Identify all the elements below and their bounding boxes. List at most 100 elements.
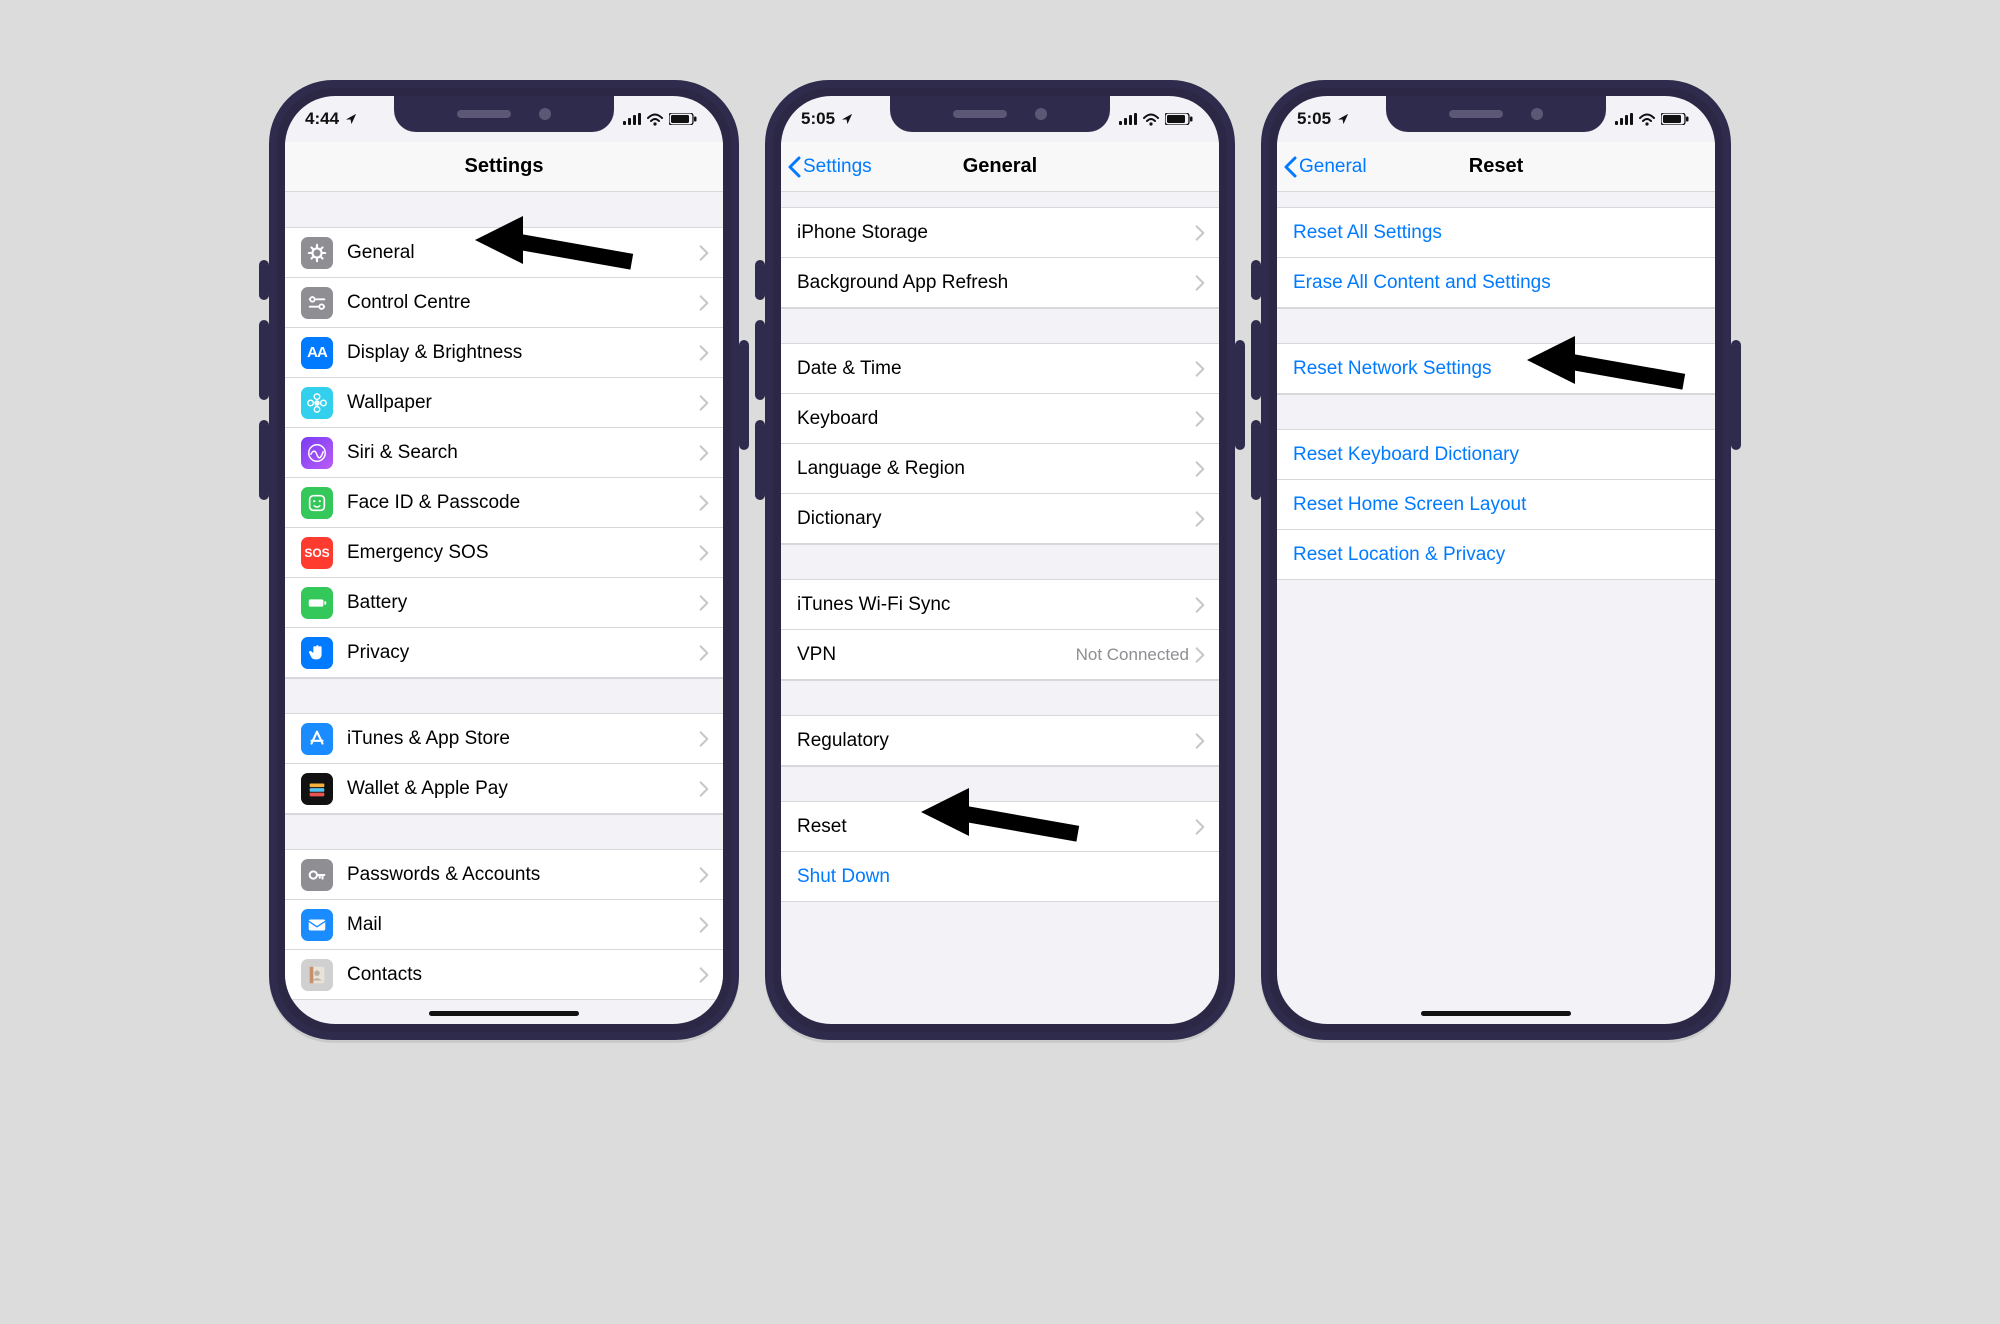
- location-arrow-icon: [345, 113, 357, 125]
- row-reset-location-privacy[interactable]: Reset Location & Privacy: [1277, 530, 1715, 580]
- speaker-icon: [953, 110, 1007, 118]
- row-reset-keyboard-dictionary[interactable]: Reset Keyboard Dictionary: [1277, 430, 1715, 480]
- phone-1: 4:44 Settings General Control Centre AA …: [269, 80, 739, 1040]
- row-reset-home-screen-layout[interactable]: Reset Home Screen Layout: [1277, 480, 1715, 530]
- row-label: Display & Brightness: [347, 342, 699, 364]
- chevron-right-icon: [699, 294, 709, 312]
- row-reset-all-settings[interactable]: Reset All Settings: [1277, 208, 1715, 258]
- phone-2: 5:05 Settings General iPhone Storage Bac…: [765, 80, 1235, 1040]
- phone-3: 5:05 General Reset Reset All Settings Er…: [1261, 80, 1731, 1040]
- row-mail[interactable]: Mail: [285, 900, 723, 950]
- flower-icon: [301, 387, 333, 419]
- chevron-right-icon: [699, 644, 709, 662]
- row-label: Keyboard: [797, 408, 1195, 430]
- settings-list[interactable]: iPhone Storage Background App Refresh Da…: [781, 192, 1219, 902]
- volume-down-button: [755, 420, 765, 500]
- nav-title: General: [963, 155, 1037, 178]
- row-label: Reset: [797, 816, 1195, 838]
- row-label: Date & Time: [797, 358, 1195, 380]
- screen: 5:05 Settings General iPhone Storage Bac…: [781, 96, 1219, 1024]
- row-emergency-sos[interactable]: SOS Emergency SOS: [285, 528, 723, 578]
- cellular-signal-icon: [623, 113, 641, 125]
- mute-switch: [259, 260, 269, 300]
- chevron-right-icon: [699, 394, 709, 412]
- chevron-right-icon: [1195, 646, 1205, 664]
- chevron-right-icon: [699, 866, 709, 884]
- row-wallet-apple-pay[interactable]: Wallet & Apple Pay: [285, 764, 723, 814]
- speaker-icon: [457, 110, 511, 118]
- settings-list[interactable]: General Control Centre AA Display & Brig…: [285, 192, 723, 1000]
- gear-icon: [301, 237, 333, 269]
- sliders-icon: [301, 287, 333, 319]
- row-label: Reset Network Settings: [1293, 358, 1701, 380]
- nav-bar: General Reset: [1277, 142, 1715, 192]
- cellular-signal-icon: [1119, 113, 1137, 125]
- chevron-right-icon: [699, 916, 709, 934]
- volume-down-button: [259, 420, 269, 500]
- battery-icon: [301, 587, 333, 619]
- wallet-icon: [301, 773, 333, 805]
- row-regulatory[interactable]: Regulatory: [781, 716, 1219, 766]
- row-wallpaper[interactable]: Wallpaper: [285, 378, 723, 428]
- row-erase-all-content-and-settings[interactable]: Erase All Content and Settings: [1277, 258, 1715, 308]
- row-label: Reset Location & Privacy: [1293, 544, 1701, 566]
- row-reset[interactable]: Reset: [781, 802, 1219, 852]
- row-passwords-accounts[interactable]: Passwords & Accounts: [285, 850, 723, 900]
- row-vpn[interactable]: VPN Not Connected: [781, 630, 1219, 680]
- row-siri-search[interactable]: Siri & Search: [285, 428, 723, 478]
- chevron-right-icon: [1195, 732, 1205, 750]
- row-privacy[interactable]: Privacy: [285, 628, 723, 678]
- row-label: Reset All Settings: [1293, 222, 1701, 244]
- row-reset-network-settings[interactable]: Reset Network Settings: [1277, 344, 1715, 394]
- contacts-icon: [301, 959, 333, 991]
- row-label: Battery: [347, 592, 699, 614]
- chevron-right-icon: [699, 444, 709, 462]
- row-background-app-refresh[interactable]: Background App Refresh: [781, 258, 1219, 308]
- row-label: Privacy: [347, 642, 699, 664]
- volume-down-button: [1251, 420, 1261, 500]
- screen: 4:44 Settings General Control Centre AA …: [285, 96, 723, 1024]
- row-label: Wallpaper: [347, 392, 699, 414]
- settings-list[interactable]: Reset All Settings Erase All Content and…: [1277, 192, 1715, 580]
- row-language-region[interactable]: Language & Region: [781, 444, 1219, 494]
- battery-icon: [669, 113, 697, 125]
- row-date-time[interactable]: Date & Time: [781, 344, 1219, 394]
- wifi-icon: [647, 113, 663, 126]
- back-button[interactable]: General: [1283, 142, 1367, 191]
- row-contacts[interactable]: Contacts: [285, 950, 723, 1000]
- notch: [394, 96, 614, 132]
- row-shut-down[interactable]: Shut Down: [781, 852, 1219, 902]
- battery-icon: [1165, 113, 1193, 125]
- row-display-brightness[interactable]: AA Display & Brightness: [285, 328, 723, 378]
- camera-icon: [539, 108, 551, 120]
- row-keyboard[interactable]: Keyboard: [781, 394, 1219, 444]
- chevron-right-icon: [699, 244, 709, 262]
- row-label: Reset Keyboard Dictionary: [1293, 444, 1701, 466]
- chevron-right-icon: [1195, 274, 1205, 292]
- row-dictionary[interactable]: Dictionary: [781, 494, 1219, 544]
- back-button[interactable]: Settings: [787, 142, 872, 191]
- row-face-id-passcode[interactable]: Face ID & Passcode: [285, 478, 723, 528]
- appstore-icon: [301, 723, 333, 755]
- camera-icon: [1035, 108, 1047, 120]
- row-battery[interactable]: Battery: [285, 578, 723, 628]
- row-control-centre[interactable]: Control Centre: [285, 278, 723, 328]
- row-label: Background App Refresh: [797, 272, 1195, 294]
- row-label: Contacts: [347, 964, 699, 986]
- mute-switch: [755, 260, 765, 300]
- mail-icon: [301, 909, 333, 941]
- section-gap: [781, 192, 1219, 208]
- row-iphone-storage[interactable]: iPhone Storage: [781, 208, 1219, 258]
- section-gap: [285, 192, 723, 228]
- row-itunes-app-store[interactable]: iTunes & App Store: [285, 714, 723, 764]
- cellular-signal-icon: [1615, 113, 1633, 125]
- status-time: 5:05: [1297, 109, 1331, 129]
- chevron-right-icon: [699, 594, 709, 612]
- row-general[interactable]: General: [285, 228, 723, 278]
- screen: 5:05 General Reset Reset All Settings Er…: [1277, 96, 1715, 1024]
- mute-switch: [1251, 260, 1261, 300]
- row-label: Mail: [347, 914, 699, 936]
- section-gap: [285, 678, 723, 714]
- row-itunes-wi-fi-sync[interactable]: iTunes Wi-Fi Sync: [781, 580, 1219, 630]
- chevron-right-icon: [699, 780, 709, 798]
